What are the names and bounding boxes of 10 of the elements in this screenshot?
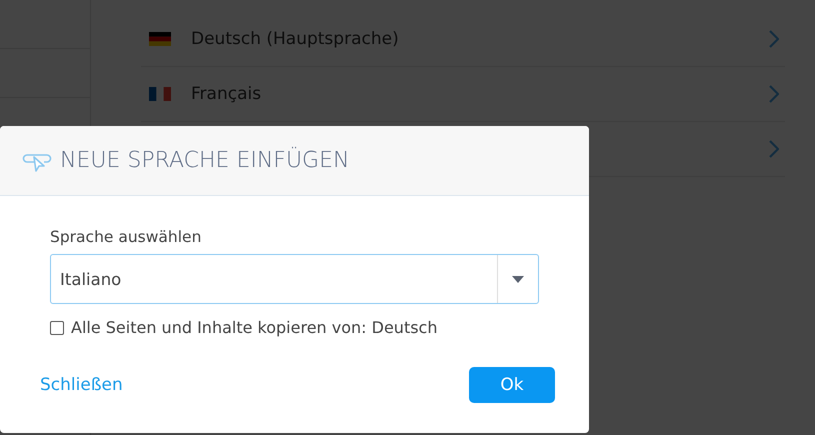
dialog-title: NEUE SPRACHE EINFÜGEN — [60, 148, 350, 173]
field-label: Sprache auswählen — [50, 228, 202, 246]
language-select[interactable]: Italiano — [50, 254, 539, 304]
checkbox-label: Alle Seiten und Inhalte kopieren von: Deutsch — [71, 318, 438, 337]
ok-button[interactable]: Ok — [469, 367, 555, 403]
caret-icon — [512, 276, 524, 282]
checkbox[interactable] — [50, 320, 64, 334]
close-link[interactable]: Schließen — [40, 375, 123, 395]
language-name: Deutsch (Hauptsprache) — [191, 29, 400, 49]
language-name: Français — [191, 84, 262, 104]
